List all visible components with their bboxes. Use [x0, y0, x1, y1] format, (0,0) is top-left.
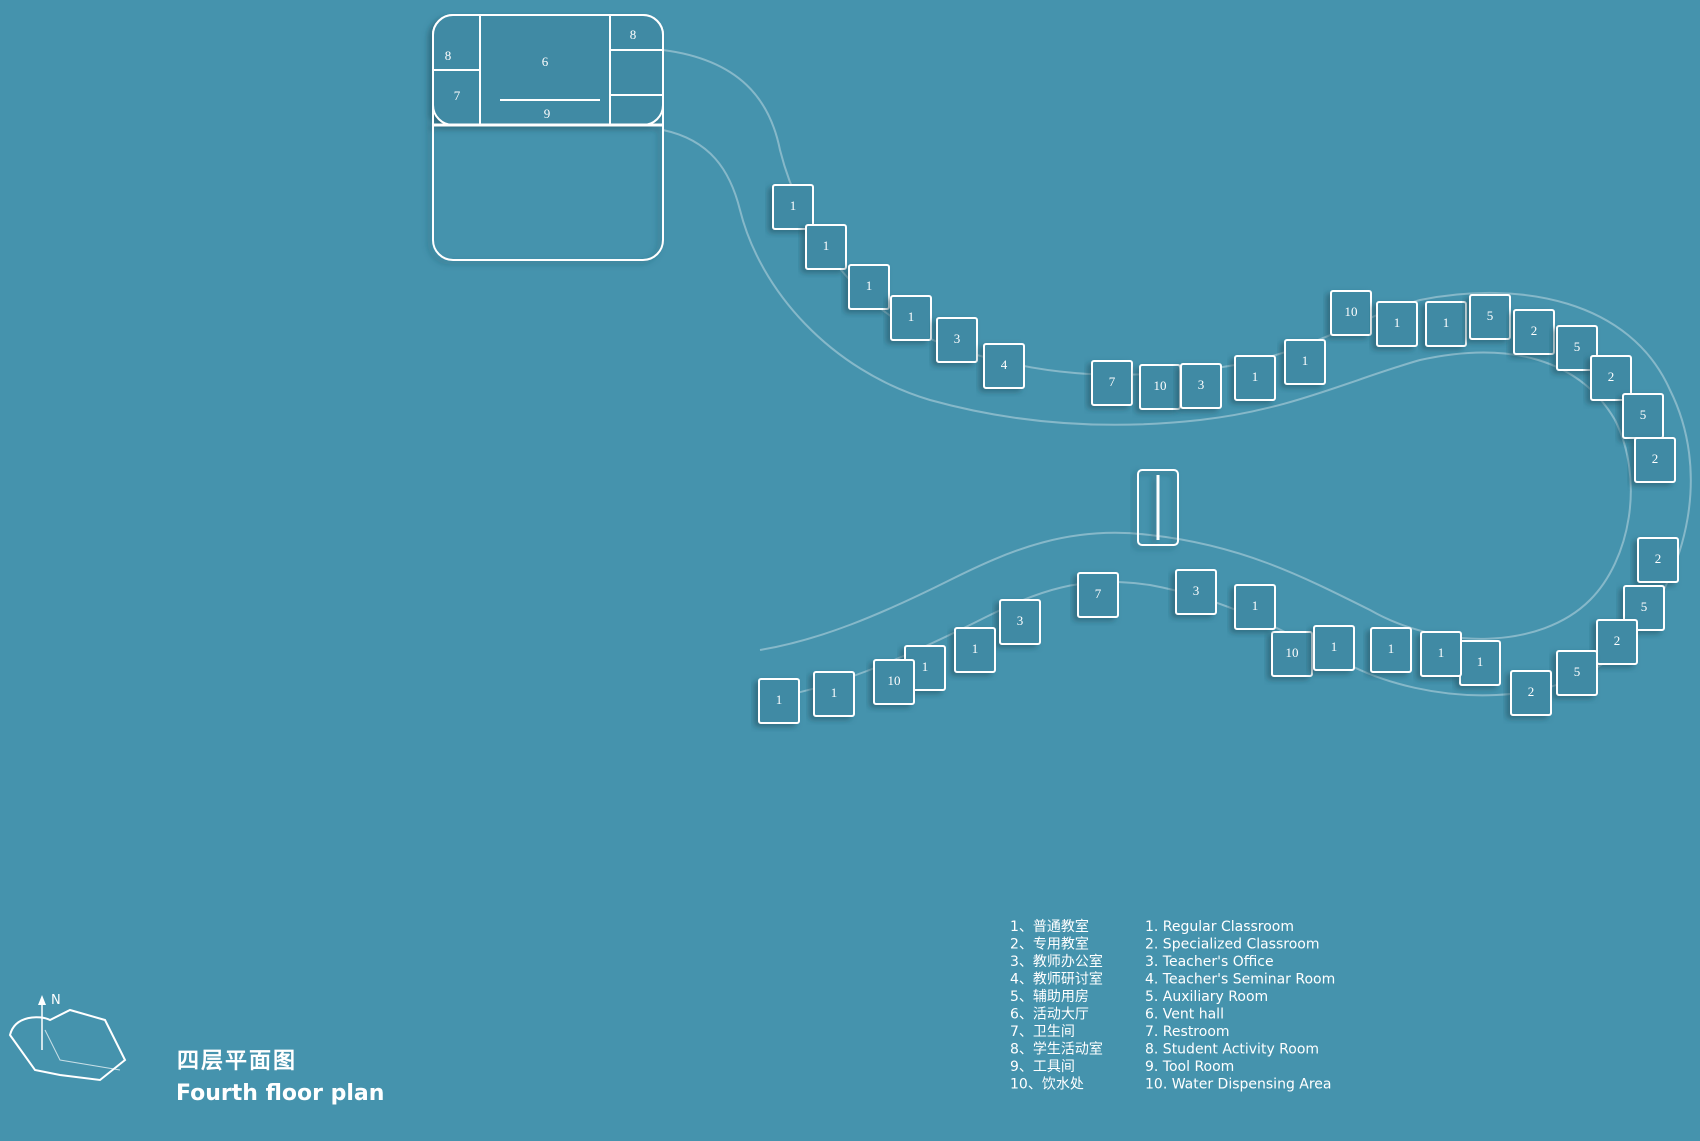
room-number-label: 3 — [954, 331, 961, 346]
room-number-label: 1 — [972, 641, 979, 656]
room-number-label: 1 — [1331, 639, 1338, 654]
legend-item: 10. Water Dispensing Area — [1145, 1077, 1332, 1093]
room-number-label: 1 — [776, 692, 783, 707]
room-cells — [758, 184, 1679, 724]
room-number-label: 7 — [1109, 374, 1116, 389]
room-number-label: 1 — [823, 238, 830, 253]
legend-item: 7. Restroom — [1145, 1024, 1230, 1040]
legend-item: 5. Auxiliary Room — [1145, 989, 1268, 1005]
room-number-label: 1 — [1302, 353, 1309, 368]
room-number-label: 8 — [630, 27, 637, 42]
legend-item: 2、专用教室 — [1010, 936, 1089, 953]
legend-item: 7、卫生间 — [1010, 1024, 1075, 1040]
room-number-label: 5 — [1487, 308, 1494, 323]
room-number-label: 10 — [888, 673, 901, 688]
room-number-label: 1 — [922, 659, 929, 674]
room-number-label: 7 — [1095, 586, 1102, 601]
room-number-label: 3 — [1017, 613, 1024, 628]
legend-en: 1. Regular Classroom 2. Specialized Class… — [1145, 919, 1335, 1093]
room-number-label: 1 — [866, 278, 873, 293]
room-number-label: 1 — [1252, 598, 1259, 613]
legend-item: 6、活动大厅 — [1010, 1007, 1089, 1023]
legend-item: 4. Teacher's Seminar Room — [1145, 972, 1335, 988]
room-number-label: 3 — [1193, 583, 1200, 598]
compass-label: N — [51, 993, 61, 1008]
room-number-label: 10 — [1345, 304, 1358, 319]
north-arrow-icon — [38, 995, 46, 1005]
room-number-label: 2 — [1528, 684, 1535, 699]
floor-plan-canvas: 8 68791111347 10 311101 1 5252522525211110 113… — [8, 14, 1692, 1106]
room-number-label: 1 — [831, 685, 838, 700]
room-number-label: 2 — [1655, 551, 1662, 566]
room-number-label: 1 — [1388, 641, 1395, 656]
legend-item: 5、辅助用房 — [1010, 989, 1089, 1005]
plan-title-en: Fourth floor plan — [176, 1081, 384, 1106]
legend-item: 3. Teacher's Office — [1145, 954, 1274, 970]
room-number-label: 10 — [1154, 378, 1167, 393]
room-number-label: 2 — [1614, 633, 1621, 648]
room-number-label: 1 — [1394, 315, 1401, 330]
legend-item: 4、教师研讨室 — [1010, 971, 1103, 988]
room-labels: 8 68791111347 10 311101 1 5252522525211110 113… — [445, 27, 1662, 707]
legend-item: 2. Specialized Classroom — [1145, 937, 1320, 953]
plan-title-cn: 四层平面图 — [177, 1049, 297, 1074]
room-number-label: 1 — [1438, 645, 1445, 660]
room-number-label: 4 — [1001, 357, 1008, 372]
legend-item: 8、学生活动室 — [1010, 1041, 1103, 1058]
room-number-label: 9 — [544, 106, 551, 121]
room-number-label: 5 — [1574, 339, 1581, 354]
legend-item: 3、教师办公室 — [1010, 953, 1103, 970]
compass: N — [8, 993, 127, 1082]
legend-item: 6. Vent hall — [1145, 1007, 1224, 1023]
room-number-label: 1 — [908, 309, 915, 324]
room-number-label: 2 — [1531, 323, 1538, 338]
room-number-label: 7 — [454, 88, 461, 103]
room-number-label: 10 — [1286, 645, 1299, 660]
room-number-label: 3 — [1198, 377, 1205, 392]
legend-item: 1. Regular Classroom — [1145, 919, 1294, 935]
legend-item: 9. Tool Room — [1145, 1059, 1234, 1075]
room-number-label: 2 — [1652, 451, 1659, 466]
legend-item: 10、饮水处 — [1010, 1077, 1084, 1093]
room-number-label: 6 — [542, 54, 549, 69]
room-number-label: 5 — [1574, 664, 1581, 679]
room-number-label: 5 — [1640, 407, 1647, 422]
room-number-label: 1 — [790, 198, 797, 213]
legend-cn: 1、普通教室2、专用教室3、教师办公室4、教师研讨室5、辅助用房 6、活动大厅7、… — [1010, 918, 1103, 1093]
room-number-label: 1 — [1477, 654, 1484, 669]
legend-item: 1、普通教室 — [1010, 918, 1089, 935]
room-number-label: 1 — [1443, 315, 1450, 330]
room-number-label: 1 — [1252, 369, 1259, 384]
legend-item: 8. Student Activity Room — [1145, 1042, 1319, 1058]
room-number-label: 8 — [445, 48, 452, 63]
main-block — [432, 14, 664, 261]
room-number-label: 2 — [1608, 369, 1615, 384]
legend-item: 9、工具间 — [1010, 1059, 1075, 1075]
room-number-label: 5 — [1641, 599, 1648, 614]
